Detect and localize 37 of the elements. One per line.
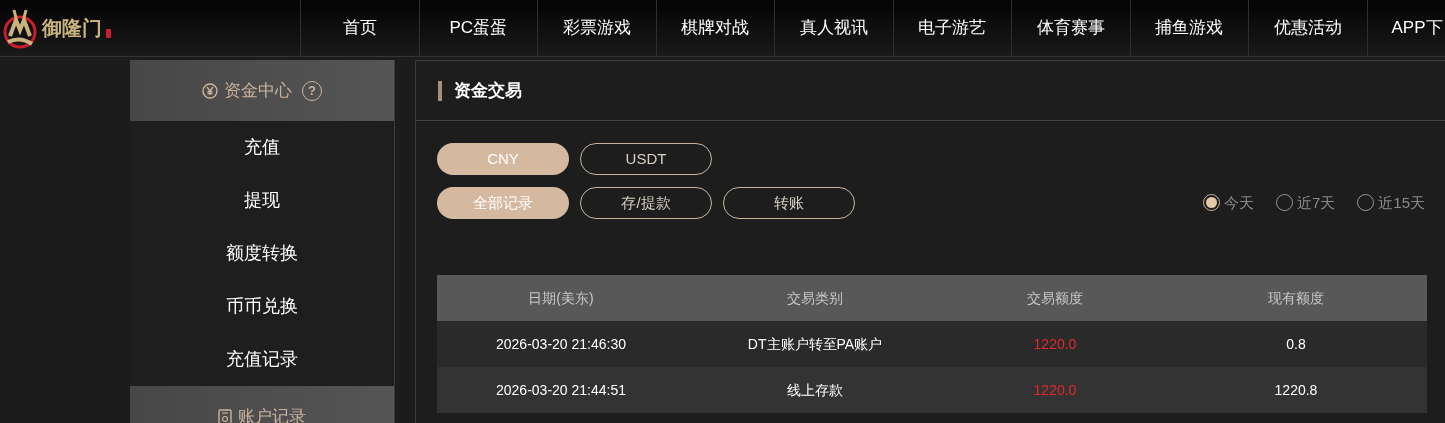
- nav-link[interactable]: 棋牌对战: [655, 0, 774, 56]
- table-cell: 1220.8: [1274, 381, 1318, 398]
- yen-coin-icon: [202, 82, 218, 99]
- table-cell: 2026-03-20 21:44:51: [496, 381, 626, 398]
- table-cell: DT主账户转至PA账户: [747, 335, 883, 352]
- table-cell: 2026-03-20 21:46:30: [496, 335, 626, 352]
- column-header: 现有额度: [1268, 289, 1324, 306]
- radio-label[interactable]: 近15天: [1378, 191, 1425, 214]
- sidebar-section-header[interactable]: 资金中心 ?: [130, 60, 394, 121]
- nav-link[interactable]: 首页: [300, 0, 419, 56]
- logo-badge-icon: [106, 28, 111, 38]
- nav-link[interactable]: APP下: [1366, 0, 1445, 56]
- nav-link[interactable]: 捕鱼游戏: [1129, 0, 1248, 56]
- nav-link[interactable]: 优惠活动: [1248, 0, 1367, 56]
- radio-label[interactable]: 近7天: [1296, 191, 1336, 214]
- nav-link[interactable]: 体育赛事: [1011, 0, 1130, 56]
- sidebar-item[interactable]: 充值: [130, 121, 394, 174]
- sidebar-section-title: 资金中心: [224, 79, 292, 102]
- table-cell: 线上存款: [787, 381, 843, 398]
- panel-title: 资金交易: [454, 79, 522, 102]
- nav-link[interactable]: PC蛋蛋: [418, 0, 537, 56]
- nav-link[interactable]: 彩票游戏: [537, 0, 656, 56]
- sidebar-item[interactable]: 充值记录: [130, 333, 394, 386]
- table-cell: 1220.0: [1033, 381, 1077, 398]
- logo-text: 御隆门: [42, 16, 102, 41]
- column-header: 日期(美东): [528, 289, 594, 306]
- nav-link[interactable]: 真人视讯: [774, 0, 893, 56]
- sidebar-item[interactable]: 提现: [130, 174, 394, 227]
- sidebar-item[interactable]: 币币兑换: [130, 280, 394, 333]
- column-header: 交易类别: [787, 289, 843, 306]
- table-cell: 1220.0: [1033, 335, 1077, 352]
- nav-link[interactable]: 电子游艺: [892, 0, 1011, 56]
- sidebar-item[interactable]: 额度转换: [130, 227, 394, 280]
- radio-label[interactable]: 今天: [1223, 191, 1254, 214]
- document-icon: [218, 408, 232, 423]
- column-header: 交易额度: [1027, 289, 1083, 306]
- table-cell: 0.8: [1286, 335, 1306, 352]
